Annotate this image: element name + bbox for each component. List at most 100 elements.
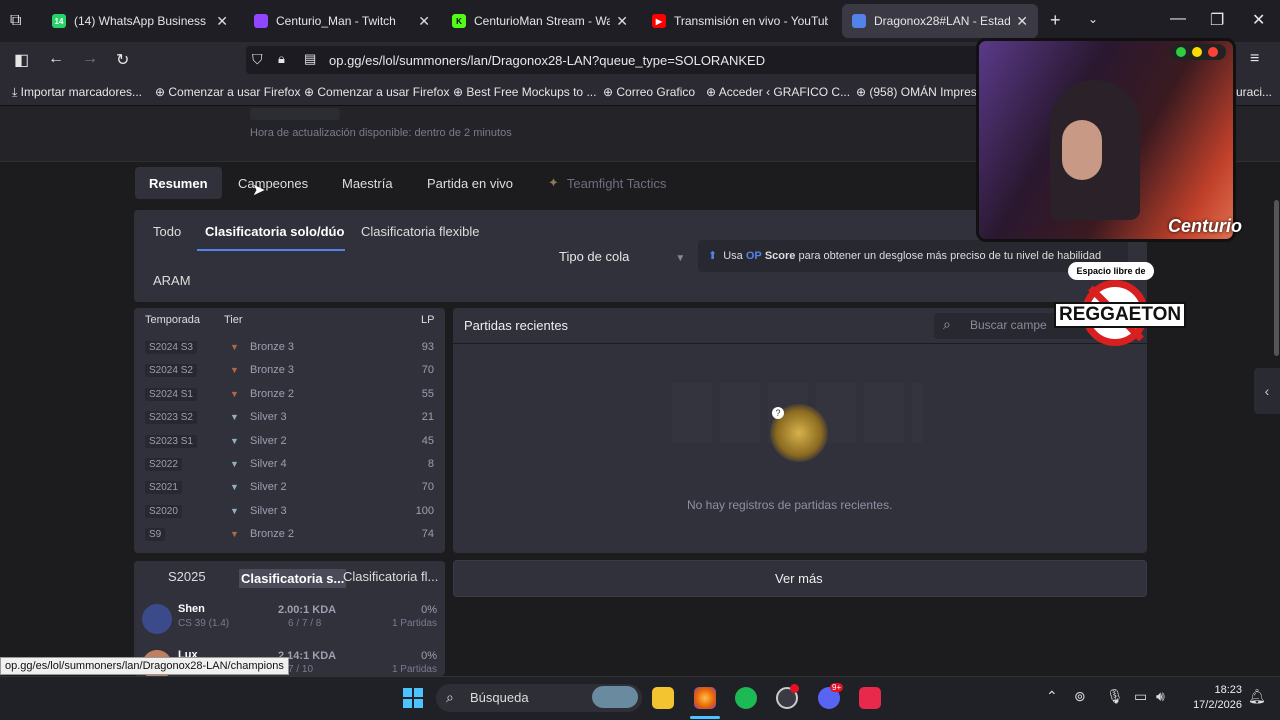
sidebar-icon[interactable]: ◧	[14, 50, 29, 70]
close-icon[interactable]: ✕	[616, 13, 628, 30]
tab-campeones[interactable]: Campeones	[224, 167, 322, 199]
tab-maestria[interactable]: Maestría	[328, 167, 407, 199]
champ-tab-flex[interactable]: Clasificatoria fl...	[343, 569, 443, 584]
season-row: S2024 S2 ▼ Bronze 3 70	[134, 360, 445, 383]
search-icon: ⌕	[943, 316, 951, 332]
volume-icon[interactable]: 🔊︎	[1156, 688, 1165, 705]
bookmark-mockups[interactable]: ⊕ Best Free Mockups to ...	[453, 85, 596, 99]
firefox-icon[interactable]	[694, 687, 716, 709]
tier-label: Silver 2	[250, 481, 287, 494]
tab-label: Transmisión en vivo - YouTube	[674, 14, 828, 28]
season-row: S2023 S1 ▼ Silver 2 45	[134, 431, 445, 454]
bronze-emblem-icon: ▼	[230, 388, 239, 399]
tab-list-icon[interactable]: ⌄	[1088, 12, 1098, 26]
forward-icon[interactable]: →	[82, 50, 98, 68]
microphone-icon[interactable]: 🎙︎	[1106, 688, 1124, 705]
tab-partida-en-vivo[interactable]: Partida en vivo	[413, 167, 527, 199]
bookmark-correo[interactable]: ⊕ Correo Grafico	[603, 85, 695, 99]
queue-type-select[interactable]: Tipo de cola ▼	[559, 249, 685, 264]
windows-start-icon[interactable]	[402, 687, 424, 709]
shield-icon[interactable]: ⛉	[252, 51, 263, 68]
file-explorer-icon[interactable]	[652, 687, 674, 709]
queue-tab-aram[interactable]: ARAM	[153, 273, 191, 288]
champion-row[interactable]: Shen CS 39 (1.4) 2.00:1 KDA 6 / 7 / 8 0%…	[134, 600, 445, 644]
reggaeton-badge-word: REGGAETON	[1054, 302, 1187, 328]
queue-tab-todo[interactable]: Todo	[153, 224, 181, 239]
notification-bell-icon[interactable]: 🔔︎	[1248, 688, 1266, 705]
tft-icon: ✦	[548, 175, 559, 190]
season-row: S2022 ▼ Silver 4 8	[134, 454, 445, 477]
tab-youtube[interactable]: ▶ Transmisión en vivo - YouTube	[642, 4, 838, 38]
tab-opgg[interactable]: Dragonox28#LAN - Estadísticas ✕	[842, 4, 1038, 38]
tab-kick[interactable]: K CenturioMan Stream - Watch ✕	[442, 4, 638, 38]
taskbar-clock[interactable]: 18:23 17/2/2026	[1182, 683, 1242, 713]
bookmark-acceder[interactable]: ⊕ Acceder ‹ GRAFICO C...	[706, 85, 850, 99]
update-notice: Hora de actualización disponible: dentro…	[250, 127, 512, 139]
search-icon: ⌕	[446, 689, 454, 705]
bookmark-import[interactable]: ⤓ Importar marcadores...	[12, 85, 142, 100]
chevron-up-icon[interactable]: ⌃	[1046, 688, 1058, 705]
reload-icon[interactable]: ↻	[116, 50, 129, 70]
queue-tab-solo[interactable]: Clasificatoria solo/dúo	[205, 224, 344, 239]
lp-value: 55	[421, 387, 434, 400]
lp-value: 21	[421, 411, 434, 424]
col-header-season: Temporada	[145, 314, 201, 326]
maximize-icon[interactable]: ❐	[1210, 10, 1224, 30]
silver-emblem-icon: ▼	[230, 412, 239, 423]
op-score-tip-text: ⬆ Usa OP Score para obtener un desglose m…	[708, 249, 1118, 262]
season-row: S9 ▼ Bronze 2 74	[134, 524, 445, 547]
spotify-icon[interactable]	[735, 687, 757, 709]
tab-label: Dragonox28#LAN - Estadísticas	[874, 14, 1011, 28]
col-header-tier: Tier	[224, 314, 243, 326]
bookmark-label: uraci...	[1236, 85, 1273, 99]
network-icon[interactable]: ▭	[1134, 688, 1147, 705]
discord-badge: 9+	[830, 683, 844, 692]
taskbar-search-label: Búsqueda	[470, 690, 529, 705]
opgg-icon	[852, 14, 866, 28]
scrollbar-thumb[interactable]	[1274, 200, 1279, 356]
champ-tab-solo[interactable]: Clasificatoria s...	[239, 569, 347, 588]
menu-icon[interactable]: ≡	[1250, 50, 1259, 68]
bookmark-label: Best Free Mockups to ...	[466, 85, 597, 99]
champ-tab-season[interactable]: S2025	[168, 569, 206, 584]
tab-tft[interactable]: ✦ Teamfight Tactics	[534, 167, 680, 199]
bookmark-overflow[interactable]: uraci...	[1236, 85, 1272, 99]
tab-whatsapp[interactable]: 14 (14) WhatsApp Business ✕	[42, 4, 238, 38]
season-tag: S2024 S3	[145, 341, 197, 354]
lock-icon[interactable]: 🔒︎	[278, 51, 285, 67]
queue-tab-flex[interactable]: Clasificatoria flexible	[361, 224, 480, 239]
close-icon[interactable]: ✕	[216, 13, 228, 30]
new-tab-icon[interactable]: +	[1050, 10, 1061, 31]
close-icon[interactable]: ✕	[418, 13, 430, 30]
lp-value: 8	[427, 458, 434, 470]
tier-label: Bronze 2	[250, 387, 295, 400]
no-matches-message: No hay registros de partidas recientes.	[687, 498, 893, 512]
clock-time: 18:23	[1214, 684, 1242, 696]
silver-emblem-icon: ▼	[230, 435, 239, 446]
close-icon[interactable]: ✕	[1016, 13, 1028, 30]
streamer-face	[1062, 120, 1102, 180]
tray-app-icon[interactable]: ⊚	[1074, 688, 1086, 705]
url-text[interactable]: op.gg/es/lol/summoners/lan/Dragonox28-LA…	[329, 53, 765, 68]
side-panel-toggle[interactable]: ‹	[1254, 368, 1280, 414]
app-icon[interactable]	[859, 687, 881, 709]
red-light-icon	[1208, 47, 1218, 57]
page-info-icon[interactable]: ▤	[304, 51, 316, 67]
bookmark-firefox-1[interactable]: ⊕ Comenzar a usar Firefox	[155, 85, 300, 99]
bookmark-firefox-2[interactable]: ⊕ Comenzar a usar Firefox	[304, 85, 449, 99]
season-tag: S2024 S2	[145, 364, 197, 378]
minimize-icon[interactable]: —	[1170, 10, 1186, 28]
tip-op: OP	[745, 250, 762, 262]
tier-label: Bronze 3	[250, 364, 295, 377]
update-button[interactable]	[250, 108, 340, 120]
champion-winrate: 0%	[421, 604, 437, 616]
champion-kills: 7 / 10	[288, 664, 314, 675]
bookmark-oman[interactable]: ⊕ (958) OMÁN Impres	[856, 85, 977, 99]
window-close-icon[interactable]: ✕	[1252, 10, 1265, 30]
tab-resumen[interactable]: Resumen	[135, 167, 222, 199]
back-icon[interactable]: ←	[48, 50, 64, 68]
tab-twitch[interactable]: Centurio_Man - Twitch ✕	[244, 4, 440, 38]
recent-matches-title: Partidas recientes	[464, 318, 569, 333]
tab-overview-icon[interactable]: ⧉	[10, 12, 21, 30]
champion-winrate: 0%	[421, 650, 437, 662]
